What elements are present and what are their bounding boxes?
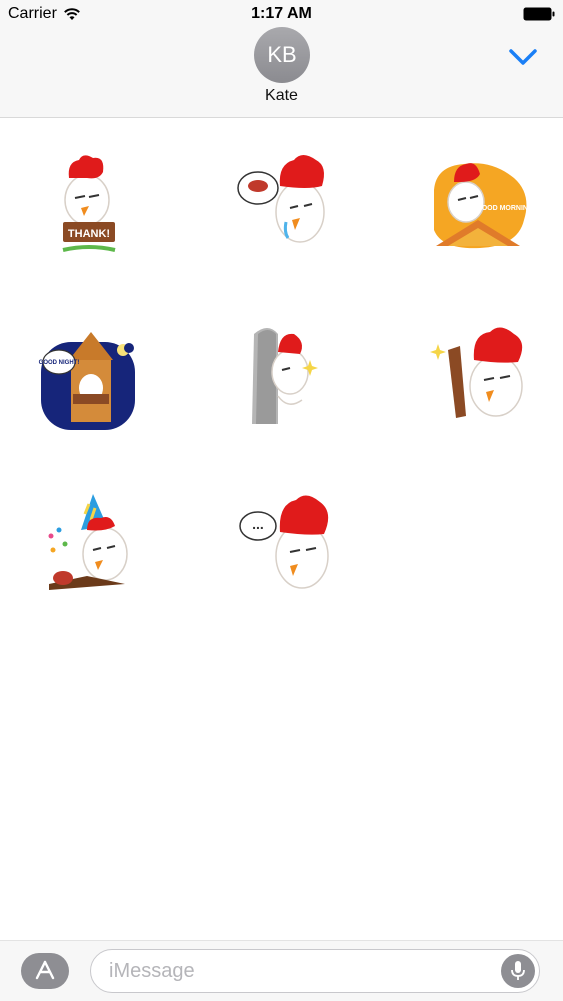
contact-avatar[interactable]: KB <box>254 27 310 83</box>
sticker-typing[interactable]: ... <box>228 490 348 610</box>
sticker-torch[interactable] <box>420 320 540 440</box>
chevron-down-icon[interactable] <box>506 45 540 69</box>
composer-bar: iMessage <box>0 940 563 1001</box>
sticker-good-morning-caption: GOOD MORNING! <box>476 205 536 212</box>
microphone-icon <box>511 961 525 980</box>
mic-button[interactable] <box>501 954 535 988</box>
battery-icon <box>523 7 555 21</box>
app-store-button[interactable] <box>21 953 69 989</box>
avatar-initials: KB <box>267 42 297 67</box>
sticker-thank-you[interactable]: THANK! <box>29 150 149 270</box>
status-time: 1:17 AM <box>251 5 312 22</box>
sticker-good-night-caption: GOOD NIGHT! <box>39 360 80 366</box>
contact-name[interactable]: Kate <box>0 87 563 105</box>
sticker-thinking-steak[interactable] <box>228 150 348 270</box>
sticker-peek[interactable] <box>228 320 348 440</box>
sticker-thank-caption: THANK! <box>68 228 110 240</box>
sticker-good-night[interactable]: GOOD NIGHT! <box>29 320 149 440</box>
message-input[interactable]: iMessage <box>90 949 540 993</box>
sticker-birthday[interactable] <box>29 490 149 610</box>
status-bar: Carrier 1:17 AM <box>0 0 563 28</box>
sticker-typing-caption: ... <box>252 516 264 532</box>
app-store-icon <box>35 960 55 980</box>
sticker-good-morning[interactable]: GOOD MORNING! <box>420 150 540 270</box>
message-placeholder: iMessage <box>109 960 195 982</box>
